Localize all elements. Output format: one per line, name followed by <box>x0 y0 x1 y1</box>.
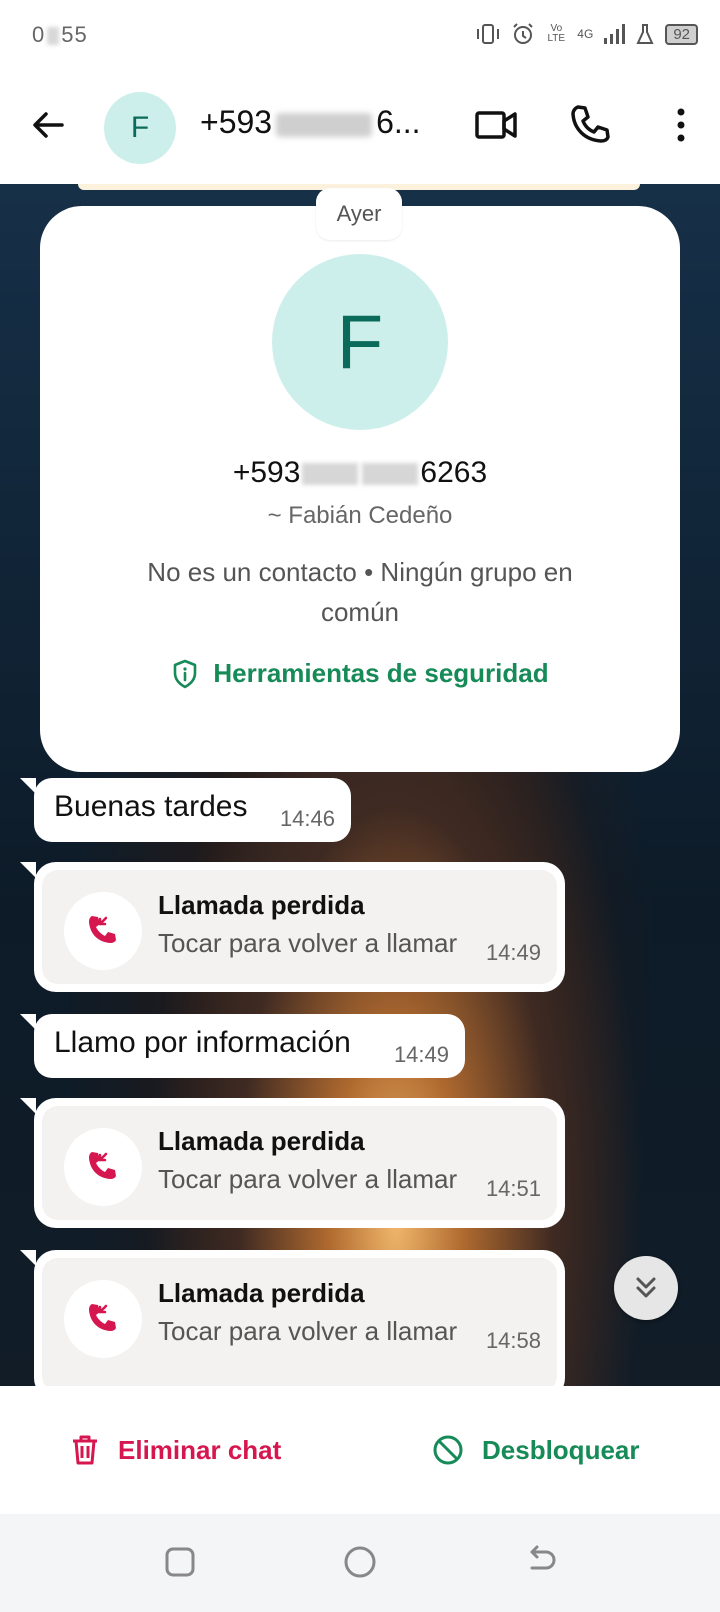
missed-call-icon <box>89 916 116 943</box>
call-time: 14:49 <box>485 940 541 965</box>
contact-push-name: ~ Fabián Cedeño <box>267 502 453 529</box>
contact-status-info: No es un contacto • Ningún grupo en comú… <box>147 557 573 627</box>
status-bar: 0 55 Vo LTE 4G 92 <box>0 0 720 72</box>
redacted-number <box>302 463 359 486</box>
missed-call-card[interactable]: Llamada perdida Tocar para volver a llam… <box>42 870 557 984</box>
contact-title[interactable]: +593 6... <box>200 104 421 141</box>
scroll-to-bottom-button[interactable] <box>614 1256 678 1320</box>
contact-phone-prefix: +593 <box>232 456 301 489</box>
message-text: Llamo por información <box>54 1026 351 1059</box>
missed-call-bubble[interactable]: Llamada perdida Tocar para volver a llam… <box>20 862 565 992</box>
call-subtitle: Tocar para volver a llamar <box>158 928 458 958</box>
missed-call-bubble[interactable]: Llamada perdida Tocar para volver a llam… <box>20 1250 565 1386</box>
video-call-icon[interactable] <box>474 102 520 148</box>
message-bubble[interactable]: Llamo por información 14:49 <box>20 1014 465 1078</box>
contact-avatar-large[interactable]: F <box>272 254 448 430</box>
missed-call-icon <box>89 1304 116 1331</box>
call-time: 14:51 <box>485 1176 541 1201</box>
home-icon[interactable] <box>340 1542 380 1582</box>
header-avatar[interactable]: F <box>104 92 176 164</box>
missed-call-icon <box>89 1152 116 1179</box>
double-chevron-down-icon <box>636 1277 656 1298</box>
recent-apps-icon[interactable] <box>160 1542 200 1582</box>
contact-phone: +593 6263 <box>40 456 680 490</box>
system-nav-bar <box>0 1514 720 1612</box>
trash-icon <box>73 1435 97 1465</box>
flask-icon <box>636 24 654 44</box>
voice-call-icon[interactable] <box>568 102 614 148</box>
contact-info-card: F +593 6263 ~ Fabián Cedeño No es un cont… <box>40 206 680 772</box>
more-options-icon[interactable] <box>658 102 704 148</box>
call-title: Llamada perdida <box>158 1126 365 1156</box>
unblock-button[interactable]: Desbloquear <box>432 1386 640 1514</box>
blocked-actions-bar: Eliminar chat Desbloquear <box>0 1386 720 1514</box>
redacted-digit <box>47 27 60 46</box>
delete-chat-button[interactable]: Eliminar chat <box>70 1386 281 1514</box>
status-icons: Vo LTE 4G 92 <box>475 22 698 46</box>
status-time: 0 55 <box>32 22 88 48</box>
signal-icon <box>604 24 626 44</box>
chat-header: F +593 6... <box>0 72 720 184</box>
security-tools-label: Herramientas de seguridad <box>213 658 549 688</box>
battery-icon: 92 <box>665 23 698 45</box>
call-title: Llamada perdida <box>158 890 365 920</box>
network-type-icon: 4G <box>577 27 594 41</box>
missed-call-card[interactable]: Llamada perdida Tocar para volver a llam… <box>42 1258 557 1386</box>
unblock-label: Desbloquear <box>482 1434 640 1465</box>
back-gesture-icon[interactable] <box>520 1542 560 1582</box>
date-chip: Ayer <box>316 188 402 240</box>
status-time-suffix: 55 <box>61 22 88 47</box>
missed-call-icon-circle <box>64 1280 142 1358</box>
block-icon <box>433 1435 463 1465</box>
contact-title-prefix: +593 <box>200 104 273 140</box>
missed-call-icon-circle <box>64 1128 142 1206</box>
contact-phone-suffix: 6263 <box>420 456 488 489</box>
message-time: 14:46 <box>279 806 335 831</box>
chat-area[interactable]: F +593 6263 ~ Fabián Cedeño No es un cont… <box>0 184 720 1386</box>
vibrate-icon <box>477 24 500 44</box>
message-time: 14:49 <box>393 1042 449 1067</box>
message-text: Buenas tardes <box>54 790 248 823</box>
status-time-prefix: 0 <box>32 22 46 47</box>
security-tools-link[interactable]: Herramientas de seguridad <box>40 658 680 689</box>
missed-call-bubble[interactable]: Llamada perdida Tocar para volver a llam… <box>20 1098 565 1228</box>
redacted-number <box>362 463 419 486</box>
contact-title-suffix: 6... <box>376 104 421 140</box>
call-subtitle: Tocar para volver a llamar <box>158 1316 458 1346</box>
call-title: Llamada perdida <box>158 1278 365 1308</box>
shield-info-icon <box>174 659 197 688</box>
missed-call-icon-circle <box>64 892 142 970</box>
delete-chat-label: Eliminar chat <box>118 1434 282 1465</box>
call-time: 14:58 <box>485 1328 541 1353</box>
redacted-number <box>276 112 373 137</box>
alarm-icon <box>513 23 534 44</box>
message-bubble[interactable]: Buenas tardes 14:46 <box>20 778 351 842</box>
call-subtitle: Tocar para volver a llamar <box>158 1164 458 1194</box>
back-arrow-icon[interactable] <box>28 105 68 145</box>
missed-call-card[interactable]: Llamada perdida Tocar para volver a llam… <box>42 1106 557 1220</box>
volte-icon: Vo LTE <box>547 23 566 44</box>
